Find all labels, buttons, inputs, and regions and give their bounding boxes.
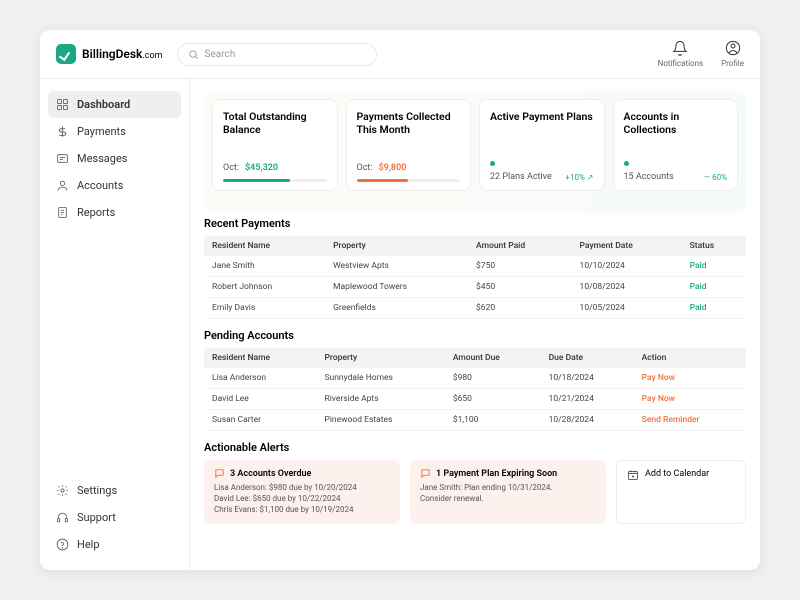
grid-icon — [56, 98, 69, 111]
action-link[interactable]: Pay Now — [642, 394, 675, 404]
chat-alert-icon — [214, 468, 225, 479]
status-dot-icon — [624, 161, 629, 166]
card-title: Accounts in Collections — [624, 110, 728, 136]
add-to-calendar-button[interactable]: Add to Calendar — [616, 460, 746, 524]
table-row[interactable]: Lisa AndersonSunnydale Homes$98010/18/20… — [204, 368, 746, 389]
users-icon — [56, 179, 69, 192]
message-icon — [56, 152, 69, 165]
progress-bar — [357, 179, 409, 182]
search-placeholder: Search — [205, 49, 236, 60]
profile-button[interactable]: Profile — [721, 40, 744, 68]
sidebar-item-help[interactable]: Help — [48, 531, 181, 558]
card-title: Active Payment Plans — [490, 110, 594, 123]
sidebar-item-settings[interactable]: Settings — [48, 477, 181, 504]
brand-suffix: .com — [142, 51, 162, 61]
sidebar-item-accounts[interactable]: Accounts — [48, 172, 181, 199]
bell-icon — [672, 40, 688, 56]
action-link[interactable]: Pay Now — [642, 373, 675, 383]
search-icon — [188, 49, 199, 60]
sidebar-item-messages[interactable]: Messages — [48, 145, 181, 172]
notifications-button[interactable]: Notifications — [658, 40, 703, 68]
brand-logo[interactable]: BillingDesk.com — [56, 44, 163, 64]
dollar-icon — [56, 125, 69, 138]
card-collected[interactable]: Payments Collected This Month Oct: $9,80… — [346, 99, 472, 191]
report-icon — [56, 206, 69, 219]
progress-bar — [223, 179, 290, 182]
sidebar-item-reports[interactable]: Reports — [48, 199, 181, 226]
delta-up: +10% ↗ — [565, 173, 593, 182]
main-content: Total Outstanding Balance Oct: $45,320 P… — [190, 79, 760, 570]
card-title: Total Outstanding Balance — [223, 110, 327, 136]
user-icon — [725, 40, 741, 56]
help-icon — [56, 538, 69, 551]
alert-expiring[interactable]: 1 Payment Plan Expiring Soon Jane Smith:… — [410, 460, 606, 524]
sidebar-item-payments[interactable]: Payments — [48, 118, 181, 145]
pending-accounts-table: Resident Name Property Amount Due Due Da… — [204, 348, 746, 431]
status-badge: Paid — [682, 298, 746, 319]
card-outstanding[interactable]: Total Outstanding Balance Oct: $45,320 — [212, 99, 338, 191]
card-title: Payments Collected This Month — [357, 110, 461, 136]
recent-payments-title: Recent Payments — [204, 217, 746, 230]
table-row[interactable]: Susan CarterPinewood Estates$1,10010/28/… — [204, 410, 746, 431]
table-row[interactable]: Robert JohnsonMaplewood Towers$45010/08/… — [204, 277, 746, 298]
sidebar-item-support[interactable]: Support — [48, 504, 181, 531]
gear-icon — [56, 484, 69, 497]
card-collections[interactable]: Accounts in Collections 15 Accounts— 60% — [613, 99, 739, 191]
search-input[interactable]: Search — [177, 43, 377, 66]
alerts-title: Actionable Alerts — [204, 441, 746, 454]
calendar-icon — [627, 469, 639, 481]
logo-mark-icon — [56, 44, 76, 64]
alert-overdue[interactable]: 3 Accounts Overdue Lisa Anderson: $980 d… — [204, 460, 400, 524]
headphones-icon — [56, 511, 69, 524]
delta-flat: — 60% — [704, 173, 727, 182]
brand-name: BillingDesk — [82, 47, 142, 61]
table-row[interactable]: David LeeRiverside Apts$65010/21/2024Pay… — [204, 389, 746, 410]
card-plans[interactable]: Active Payment Plans 22 Plans Active+10%… — [479, 99, 605, 191]
status-badge: Paid — [682, 277, 746, 298]
sidebar: Dashboard Payments Messages Accounts Rep… — [40, 79, 190, 570]
table-row[interactable]: Emily DavisGreenfields$62010/05/2024Paid — [204, 298, 746, 319]
status-badge: Paid — [682, 256, 746, 277]
recent-payments-table: Resident Name Property Amount Paid Payme… — [204, 236, 746, 319]
status-dot-icon — [490, 161, 495, 166]
action-link[interactable]: Send Reminder — [642, 415, 700, 425]
sidebar-item-dashboard[interactable]: Dashboard — [48, 91, 181, 118]
pending-accounts-title: Pending Accounts — [204, 329, 746, 342]
table-row[interactable]: Jane SmithWestview Apts$75010/10/2024Pai… — [204, 256, 746, 277]
chat-alert-icon — [420, 468, 431, 479]
